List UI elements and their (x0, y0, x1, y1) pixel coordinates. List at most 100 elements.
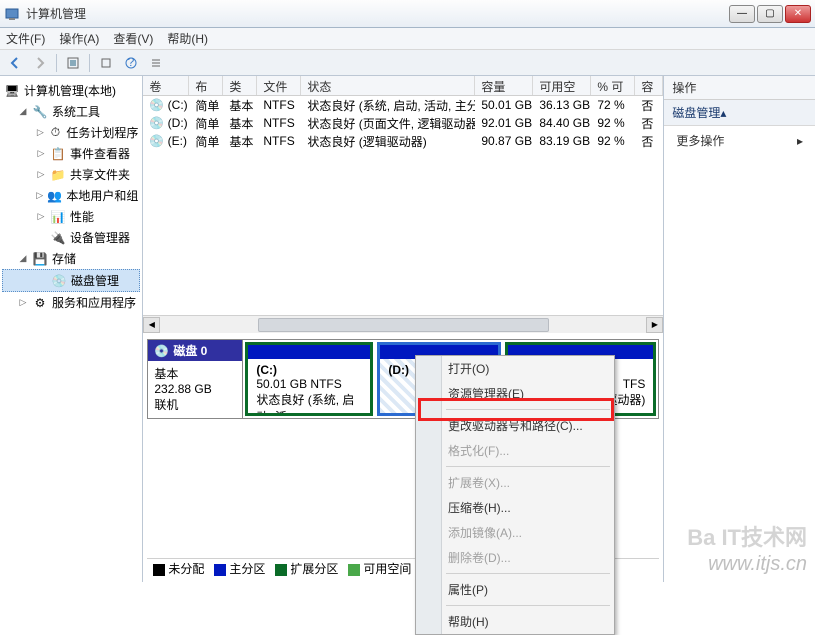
help-button[interactable]: ? (120, 52, 142, 74)
ctx-mirror: 添加镜像(A)... (416, 520, 614, 545)
menu-action[interactable]: 操作(A) (59, 30, 99, 47)
horizontal-scrollbar[interactable]: ◀ ▶ (143, 315, 663, 333)
cell: 状态良好 (逻辑驱动器) (301, 133, 475, 150)
cell: 否 (635, 115, 663, 132)
partition-c[interactable]: (C:) 50.01 GB NTFS 状态良好 (系统, 启动, 活 (245, 342, 373, 416)
disk-icon: 💿 (51, 273, 67, 289)
cell: 92.01 GB (475, 116, 533, 130)
tree-label: 存储 (52, 250, 76, 267)
main-area: 🖥计算机管理(本地) ◢🔧系统工具 ▷⏱任务计划程序 ▷📋事件查看器 ▷📁共享文… (0, 76, 815, 582)
partition-label: (D:) (388, 363, 409, 377)
cell: 否 (635, 133, 663, 150)
tree-perf[interactable]: ▷📊性能 (2, 206, 140, 227)
menu-file[interactable]: 文件(F) (6, 30, 45, 47)
expander-icon[interactable]: ◢ (18, 106, 28, 117)
svg-text:?: ? (128, 56, 135, 69)
col-type[interactable]: 类型 (223, 76, 257, 95)
ctx-help[interactable]: 帮助(H) (416, 609, 614, 634)
col-fs[interactable]: 文件系统 (257, 76, 301, 95)
menubar: 文件(F) 操作(A) 查看(V) 帮助(H) (0, 28, 815, 50)
menu-view[interactable]: 查看(V) (113, 30, 153, 47)
ctx-shrink[interactable]: 压缩卷(H)... (416, 495, 614, 520)
ctx-extend: 扩展卷(X)... (416, 470, 614, 495)
tree-diskmgmt[interactable]: 💿磁盘管理 (2, 269, 140, 292)
ctx-format: 格式化(F)... (416, 438, 614, 463)
ctx-delete: 删除卷(D)... (416, 545, 614, 570)
cell: (E:) (168, 134, 187, 148)
ctx-explorer[interactable]: 资源管理器(E) (416, 381, 614, 406)
col-status[interactable]: 状态 (301, 76, 475, 95)
task-icon: ⏱ (49, 125, 63, 141)
legend-swatch (275, 564, 287, 576)
cell: 状态良好 (页面文件, 逻辑驱动器) (301, 115, 475, 132)
tree-devmgr[interactable]: 🔌设备管理器 (2, 227, 140, 248)
back-button[interactable] (4, 52, 26, 74)
col-layout[interactable]: 布局 (189, 76, 223, 95)
col-volume[interactable]: 卷 (143, 76, 189, 95)
actions-more[interactable]: 更多操作▸ (664, 126, 815, 155)
close-button[interactable]: ✕ (785, 5, 811, 23)
legend-label: 扩展分区 (290, 562, 338, 576)
tree-tasksched[interactable]: ▷⏱任务计划程序 (2, 122, 140, 143)
volume-row[interactable]: 💿 (D:) 简单 基本 NTFS 状态良好 (页面文件, 逻辑驱动器) 92.… (143, 114, 663, 132)
folder-icon: 📁 (50, 167, 66, 183)
tree-users[interactable]: ▷👥本地用户和组 (2, 185, 140, 206)
col-pct[interactable]: % 可用 (591, 76, 635, 95)
legend-label: 主分区 (229, 562, 265, 576)
maximize-button[interactable]: ▢ (757, 5, 783, 23)
disk-state: 联机 (154, 396, 236, 413)
tree-storage[interactable]: ◢ 💾存储 (2, 248, 140, 269)
forward-button[interactable] (29, 52, 51, 74)
app-icon (4, 6, 20, 22)
tree-services[interactable]: ▷⚙服务和应用程序 (2, 292, 140, 313)
legend-label: 未分配 (168, 562, 204, 576)
col-ft[interactable]: 容错 (635, 76, 663, 95)
tree-label: 设备管理器 (70, 229, 130, 246)
tree-label: 性能 (70, 208, 94, 225)
ctx-change-letter[interactable]: 更改驱动器号和路径(C)... (416, 413, 614, 438)
chevron-right-icon: ▸ (797, 134, 803, 148)
users-icon: 👥 (47, 188, 62, 204)
tree-label: 磁盘管理 (71, 272, 119, 289)
tree-root[interactable]: 🖥计算机管理(本地) (2, 80, 140, 101)
drive-icon: 💿 (149, 134, 164, 148)
tree-shared[interactable]: ▷📁共享文件夹 (2, 164, 140, 185)
volume-row[interactable]: 💿 (E:) 简单 基本 NTFS 状态良好 (逻辑驱动器) 90.87 GB … (143, 132, 663, 150)
minimize-button[interactable]: — (729, 5, 755, 23)
storage-icon: 💾 (32, 251, 48, 267)
scroll-thumb[interactable] (258, 318, 550, 332)
disk-name: 磁盘 0 (173, 342, 207, 359)
cell: NTFS (257, 116, 301, 130)
cell: 简单 (189, 115, 223, 132)
col-free[interactable]: 可用空间 (533, 76, 591, 95)
disk-size: 232.88 GB (154, 382, 236, 396)
tree-systools[interactable]: ◢🔧系统工具 (2, 101, 140, 122)
refresh-button[interactable] (95, 52, 117, 74)
col-capacity[interactable]: 容量 (475, 76, 533, 95)
tree-label: 服务和应用程序 (52, 294, 136, 311)
volume-row[interactable]: 💿 (C:) 简单 基本 NTFS 状态良好 (系统, 启动, 活动, 主分区)… (143, 96, 663, 114)
list-button[interactable] (145, 52, 167, 74)
volume-rows: 💿 (C:) 简单 基本 NTFS 状态良好 (系统, 启动, 活动, 主分区)… (143, 96, 663, 150)
menu-help[interactable]: 帮助(H) (167, 30, 208, 47)
expander-icon[interactable]: ◢ (18, 253, 28, 264)
up-button[interactable] (62, 52, 84, 74)
cell: 否 (635, 97, 663, 114)
cell: 84.40 GB (533, 116, 591, 130)
tree-label: 系统工具 (52, 103, 100, 120)
cell: 90.87 GB (475, 134, 533, 148)
ctx-open[interactable]: 打开(O) (416, 356, 614, 381)
scroll-right-button[interactable]: ▶ (646, 317, 663, 333)
context-menu: 打开(O) 资源管理器(E) 更改驱动器号和路径(C)... 格式化(F)...… (415, 355, 615, 635)
ctx-props[interactable]: 属性(P) (416, 577, 614, 602)
scroll-left-button[interactable]: ◀ (143, 317, 160, 333)
cell: 基本 (223, 97, 257, 114)
device-icon: 🔌 (50, 230, 66, 246)
legend-swatch (214, 564, 226, 576)
partition-info: 50.01 GB NTFS (256, 377, 341, 391)
actions-diskmgmt[interactable]: 磁盘管理▴ (664, 100, 815, 126)
tree-label: 共享文件夹 (70, 166, 130, 183)
disk-info[interactable]: 💿磁盘 0 基本 232.88 GB 联机 (147, 339, 243, 419)
legend-swatch (348, 564, 360, 576)
tree-eventviewer[interactable]: ▷📋事件查看器 (2, 143, 140, 164)
